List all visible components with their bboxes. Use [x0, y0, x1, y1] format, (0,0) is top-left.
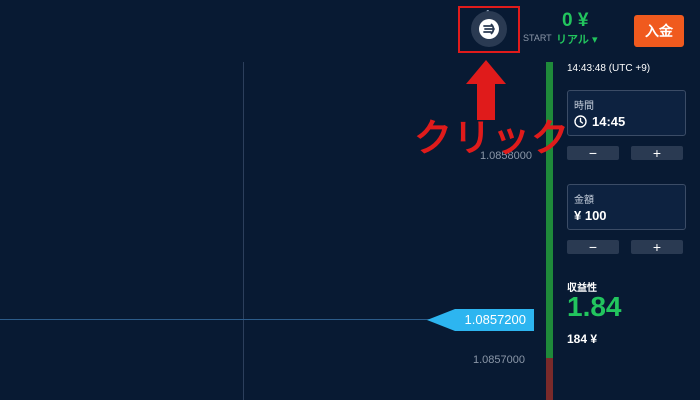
click-annotation: クリック	[414, 118, 571, 160]
balance-amount: 0 ¥	[562, 10, 589, 31]
sentiment-bar-down	[546, 358, 553, 400]
clock-icon	[574, 115, 587, 128]
yield-value: 1.84	[567, 291, 622, 322]
payout-amount: 184 ¥	[567, 332, 598, 346]
account-type-dropdown[interactable]: リアル ▾	[556, 31, 597, 47]
price-label-lower: 1.0857000	[473, 354, 525, 366]
amount-field[interactable]: 金額 ¥ 100	[567, 184, 686, 230]
profile-avatar-button[interactable]	[471, 11, 507, 47]
amount-decrease-button[interactable]: −	[567, 240, 619, 254]
up-arrow-icon	[466, 60, 506, 120]
time-decrease-button[interactable]: −	[567, 146, 619, 160]
server-time: 14:43:48 (UTC +9)	[567, 63, 651, 74]
amount-increase-button[interactable]: +	[631, 240, 683, 254]
current-price-line	[0, 319, 430, 320]
time-increase-button[interactable]: +	[631, 146, 683, 160]
sentiment-bar-up	[546, 62, 553, 358]
deposit-button[interactable]: 入金	[634, 15, 684, 47]
time-label: 時間	[574, 101, 594, 112]
start-label: START	[523, 33, 552, 43]
time-value: 14:45	[592, 114, 626, 129]
profile-avatar-icon	[479, 19, 499, 39]
amount-label: 金額	[574, 195, 594, 206]
current-price-tag: 1.0857200	[427, 309, 534, 331]
crosshair-vertical	[243, 62, 244, 400]
time-field[interactable]: 時間 14:45	[567, 90, 686, 136]
amount-value: ¥ 100	[574, 208, 607, 223]
time-value-row: 14:45	[574, 114, 625, 129]
